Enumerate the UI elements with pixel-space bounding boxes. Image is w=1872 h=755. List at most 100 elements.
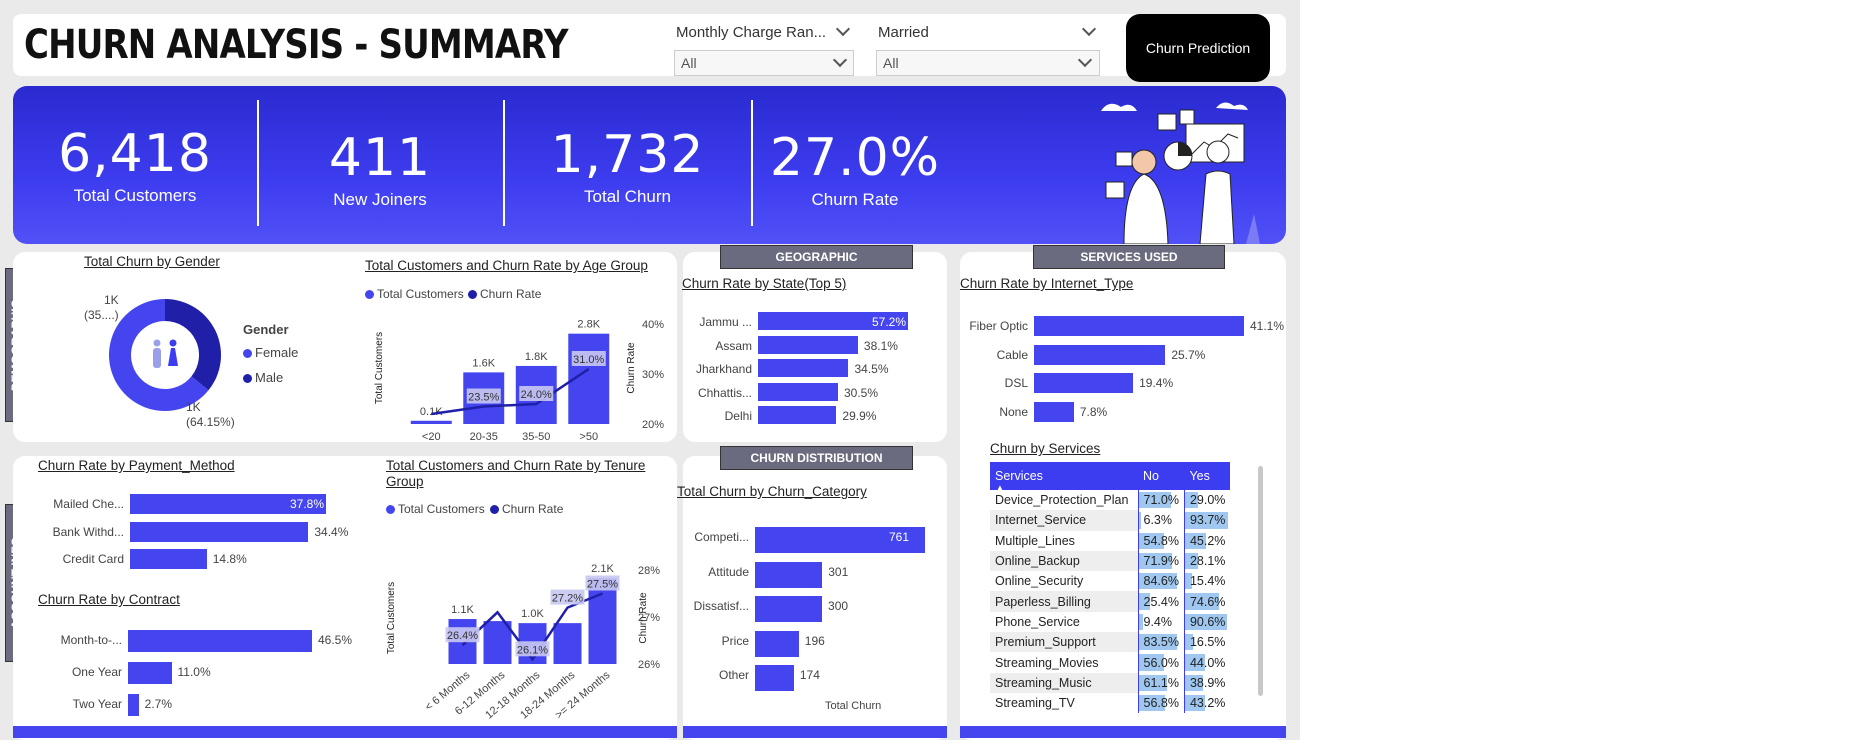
column-header-label: Services: [995, 469, 1043, 483]
tab-services-used[interactable]: SERVICES USED: [1033, 245, 1225, 269]
bar-value-label: 37.8%: [290, 497, 325, 511]
bar-value-label: 19.4%: [1139, 376, 1174, 390]
y-axis-title: Total Customers: [386, 582, 397, 654]
bar: [755, 561, 823, 588]
no-percent-value: 25.4%: [1143, 594, 1179, 609]
slicer-married-dropdown[interactable]: All: [876, 50, 1100, 76]
table-row[interactable]: Premium_Support 83.5% 16.5%: [990, 632, 1231, 653]
bar-row: Jharkhand 34.5%: [696, 359, 908, 379]
bar-category-label: Jharkhand: [695, 362, 752, 376]
yes-percent-cell: 28.1%: [1183, 550, 1231, 572]
tenure-legend-rate: Churn Rate: [490, 502, 563, 516]
churn-prediction-button[interactable]: Churn Prediction: [1126, 14, 1270, 82]
bar: [410, 420, 452, 424]
yes-percent-value: 38.9%: [1189, 675, 1226, 690]
kpi-value: 1,732: [550, 125, 705, 185]
churn-rate-line: [431, 367, 590, 416]
bar-value-label: 301: [828, 564, 849, 579]
kpi-total-customers: 6,418 Total Customers: [40, 124, 230, 206]
bar-category-label: Credit Card: [62, 552, 124, 566]
bar: [1034, 316, 1244, 336]
table-row[interactable]: Paperless_Billing 25.4% 74.6%: [990, 591, 1231, 612]
bar-value-label: 11.0%: [177, 665, 211, 679]
slicer-monthly-charge-dropdown[interactable]: All: [674, 50, 854, 76]
column-header-services[interactable]: Services ▲: [990, 462, 1138, 492]
no-percent-cell: 6.3%: [1137, 510, 1185, 531]
tab-geographic[interactable]: GEOGRAPHIC: [720, 245, 913, 269]
bar-value-label: 174: [799, 668, 820, 682]
bar-label: 1.8K: [525, 351, 548, 363]
bar-row: Attitude 301: [708, 561, 925, 588]
table-row[interactable]: Online_Backup 71.9% 28.1%: [990, 550, 1231, 572]
kpi-label: Total Customers: [73, 186, 197, 205]
kpi-label: Total Churn: [584, 187, 671, 206]
bar-category-label: Delhi: [724, 409, 752, 423]
category-chart-title: Total Churn by Churn_Category: [677, 484, 867, 499]
y-tick-label: 40%: [642, 319, 664, 331]
service-name-cell: Premium_Support: [990, 632, 1138, 653]
table-scrollbar[interactable]: [1258, 466, 1263, 696]
payment-chart-title: Churn Rate by Payment_Method: [38, 458, 235, 473]
legend-dot: [243, 374, 252, 384]
bar-category-label: None: [999, 404, 1028, 419]
table-row[interactable]: Streaming_TV 56.8% 43.2%: [990, 692, 1231, 714]
bar-category-label: Other: [718, 668, 749, 682]
yes-percent-value: 29.0%: [1189, 493, 1226, 508]
state-bar-chart: Jammu ... 57.2% Assam 38.1% Jharkhand 34.5% Ch…: [696, 312, 908, 432]
yes-percent-cell: 38.9%: [1183, 672, 1231, 693]
kpi-divider: [751, 100, 753, 226]
bar-row: Other 174: [719, 665, 925, 691]
table-row[interactable]: Online_Security 84.6% 15.4%: [990, 571, 1231, 592]
legend-male[interactable]: Male: [243, 370, 283, 385]
no-percent-cell: 83.5%: [1137, 632, 1185, 653]
bar-row: Assam 38.1%: [715, 335, 908, 356]
slicer-monthly-charge-label: Monthly Charge Ran...: [676, 24, 827, 41]
bar: [755, 630, 799, 657]
bar-value-label: 38.1%: [863, 338, 898, 353]
legend-dot: [243, 349, 252, 359]
no-percent-value: 54.8%: [1143, 533, 1179, 548]
bar-row: Credit Card 14.8%: [63, 549, 326, 569]
table-row[interactable]: Device_Protection_Plan 71.0% 29.0%: [990, 490, 1231, 511]
sort-ascending-icon[interactable]: ▲: [996, 483, 1004, 492]
churn-by-services-table[interactable]: Services ▲ No Yes Device_Protection_Plan 7…: [990, 462, 1231, 714]
legend-label: Female: [255, 345, 299, 360]
no-percent-cell: 71.0%: [1137, 490, 1185, 511]
bar: [1034, 344, 1166, 365]
y-tick-label: 26%: [638, 659, 660, 671]
yes-percent-value: 90.6%: [1189, 614, 1226, 629]
service-name-cell: Phone_Service: [990, 611, 1138, 633]
yes-percent-value: 43.2%: [1189, 696, 1226, 711]
column-header-no[interactable]: No: [1138, 462, 1185, 490]
rate-label: 31.0%: [573, 354, 604, 366]
no-percent-cell: 61.1%: [1137, 672, 1185, 693]
column-header-yes[interactable]: Yes: [1184, 462, 1231, 490]
no-percent-value: 6.3%: [1143, 513, 1173, 528]
slicer-value: All: [681, 55, 697, 71]
bar-label: 1.6K: [472, 357, 495, 369]
yes-percent-value: 16.5%: [1189, 635, 1226, 650]
table-row[interactable]: Multiple_Lines 54.8% 45.2%: [990, 530, 1231, 551]
bar: [758, 335, 858, 354]
no-percent-value: 84.6%: [1143, 574, 1179, 589]
bar: [1034, 373, 1134, 393]
kpi-label: Churn Rate: [811, 190, 899, 209]
yes-percent-value: 93.7%: [1189, 513, 1226, 528]
yes-percent-cell: 29.0%: [1183, 490, 1231, 511]
no-percent-value: 71.0%: [1143, 493, 1179, 508]
table-row[interactable]: Streaming_Music 61.1% 38.9%: [990, 672, 1231, 693]
table-row[interactable]: Internet_Service 6.3% 93.7%: [990, 510, 1231, 531]
service-name-cell: Multiple_Lines: [990, 530, 1138, 551]
bar-row: Two Year 2.7%: [73, 694, 312, 716]
bar-row: Fiber Optic 41.1%: [969, 316, 1284, 336]
y-axis-title: Total Customers: [374, 332, 385, 404]
kpi-new-joiners: 411 New Joiners: [285, 128, 475, 210]
table-row[interactable]: Streaming_Movies 56.0% 44.0%: [990, 652, 1231, 673]
legend-dot: [490, 505, 499, 515]
table-row[interactable]: Phone_Service 9.4% 90.6%: [990, 611, 1231, 633]
internet-chart-title: Churn Rate by Internet_Type: [960, 276, 1134, 291]
kpi-divider: [257, 100, 259, 226]
legend-female[interactable]: Female: [243, 345, 298, 360]
bar: [128, 630, 312, 652]
tab-churn-distribution[interactable]: CHURN DISTRIBUTION: [720, 446, 913, 470]
